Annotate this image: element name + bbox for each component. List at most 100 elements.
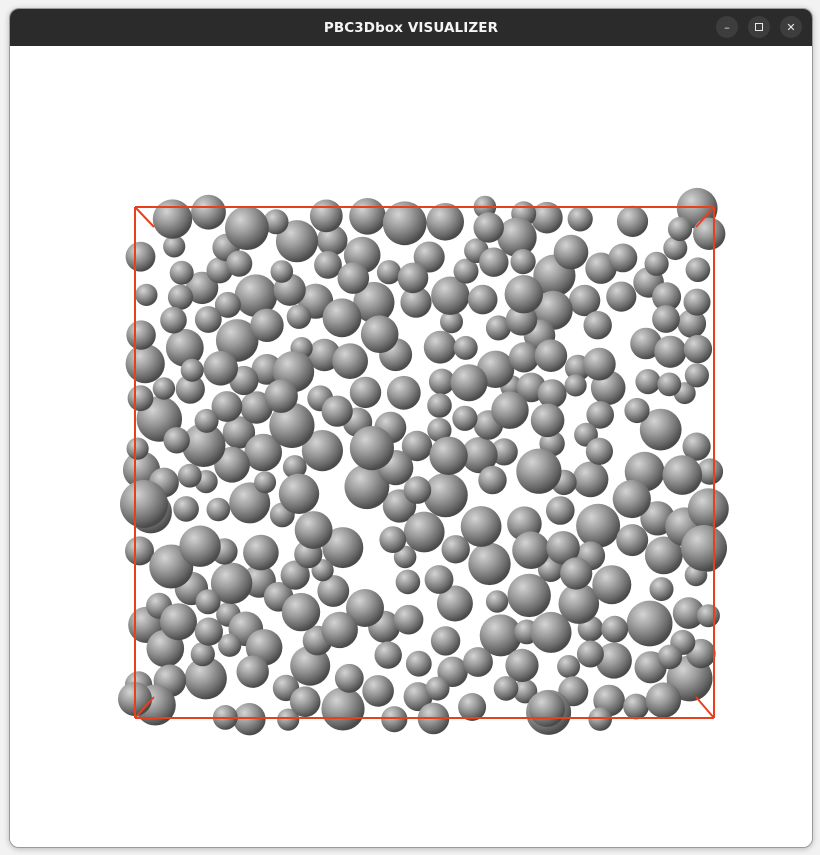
- particle-sphere: [588, 707, 612, 731]
- particle-sphere: [453, 335, 478, 360]
- particle-sphere: [608, 243, 638, 273]
- particle-sphere: [120, 480, 168, 528]
- particle-sphere: [374, 641, 402, 669]
- particle-sphere: [194, 408, 219, 433]
- particle-sphere: [683, 334, 713, 364]
- particle-sphere: [254, 471, 277, 494]
- particle-sphere: [203, 351, 238, 386]
- particle-sphere: [468, 542, 511, 586]
- particle-sphere: [191, 194, 226, 230]
- particle-sphere: [429, 436, 468, 475]
- particle-sphere: [430, 626, 461, 656]
- particle-sphere: [135, 283, 158, 306]
- particle-sphere: [194, 306, 222, 333]
- particle-sphere: [225, 206, 269, 251]
- particle-sphere: [405, 650, 432, 677]
- particle-sphere: [654, 335, 687, 368]
- particle-sphere: [321, 687, 365, 731]
- particle-sphere: [576, 640, 604, 668]
- particle-sphere: [152, 377, 176, 400]
- particle-sphere: [362, 675, 394, 707]
- app-window: PBC3Dbox VISUALIZER – ✕: [9, 8, 813, 848]
- particle-sphere: [553, 234, 589, 270]
- particle-sphere: [427, 393, 452, 418]
- particle-sphere: [493, 676, 519, 701]
- maximize-icon[interactable]: [748, 16, 770, 38]
- particle-sphere: [243, 534, 279, 571]
- close-icon[interactable]: ✕: [780, 16, 802, 38]
- particle-sphere: [322, 298, 362, 338]
- render-viewport[interactable]: [10, 46, 812, 847]
- particle-sphere: [685, 257, 711, 282]
- particle-sphere: [334, 663, 364, 693]
- particle-sphere: [592, 565, 632, 605]
- particle-sphere: [309, 199, 343, 233]
- particle-sphere: [624, 397, 650, 424]
- box-edge: [134, 206, 155, 228]
- window-controls: – ✕: [716, 16, 802, 38]
- particle-sphere: [286, 304, 312, 329]
- sphere-packing-scene: [118, 187, 729, 736]
- minimize-icon[interactable]: –: [716, 16, 738, 38]
- particle-sphere: [321, 395, 353, 427]
- title-bar[interactable]: PBC3Dbox VISUALIZER – ✕: [10, 9, 812, 46]
- particle-sphere: [450, 364, 488, 402]
- particle-sphere: [534, 339, 568, 373]
- particle-sphere: [233, 703, 266, 736]
- particle-sphere: [485, 590, 509, 613]
- particle-sphere: [529, 691, 565, 727]
- particle-sphere: [473, 212, 504, 243]
- particle-sphere: [626, 600, 673, 647]
- window-title: PBC3Dbox VISUALIZER: [323, 19, 499, 36]
- particle-sphere: [583, 311, 612, 340]
- particle-sphere: [190, 642, 215, 667]
- particle-sphere: [467, 284, 498, 315]
- particle-sphere: [349, 376, 382, 409]
- particle-sphere: [125, 536, 154, 566]
- particle-sphere: [177, 463, 202, 488]
- particle-sphere: [510, 249, 536, 275]
- particle-sphere: [226, 250, 253, 277]
- particle-sphere: [696, 604, 720, 628]
- particle-sphere: [693, 217, 726, 250]
- particle-sphere: [546, 496, 575, 525]
- particle-sphere: [606, 281, 637, 312]
- particle-sphere: [585, 437, 614, 465]
- particle-sphere: [612, 479, 651, 519]
- particle-sphere: [616, 205, 649, 237]
- particle-sphere: [337, 262, 370, 294]
- particle-sphere: [652, 305, 680, 333]
- particle-sphere: [616, 524, 649, 557]
- particle-sphere: [206, 497, 231, 522]
- particle-sphere: [479, 247, 509, 277]
- particle-sphere: [667, 216, 693, 242]
- particle-sphere: [167, 284, 194, 310]
- particle-sphere: [537, 379, 567, 409]
- particle-sphere: [379, 526, 407, 553]
- particle-sphere: [512, 531, 550, 569]
- particle-sphere: [458, 693, 487, 721]
- particle-sphere: [463, 647, 493, 677]
- particle-sphere: [160, 306, 187, 334]
- particle-sphere: [504, 275, 543, 314]
- particle-sphere: [441, 535, 470, 564]
- particle-sphere: [491, 391, 529, 429]
- particle-sphere: [180, 358, 204, 382]
- particle-sphere: [163, 427, 190, 454]
- particle-sphere: [314, 251, 342, 279]
- particle-sphere: [564, 374, 587, 397]
- particle-sphere: [426, 203, 465, 241]
- particle-sphere: [572, 461, 609, 498]
- particle-sphere: [576, 503, 621, 548]
- particle-sphere: [644, 251, 669, 276]
- particle-sphere: [425, 676, 450, 701]
- particle-sphere: [424, 565, 454, 594]
- particle-sphere: [657, 644, 683, 670]
- particle-sphere: [278, 473, 320, 514]
- particle-sphere: [582, 347, 616, 381]
- box-edge: [695, 696, 715, 719]
- particle-spheres: [118, 187, 729, 736]
- particle-sphere: [294, 511, 333, 549]
- particle-sphere: [289, 686, 321, 717]
- particle-sphere: [349, 426, 394, 471]
